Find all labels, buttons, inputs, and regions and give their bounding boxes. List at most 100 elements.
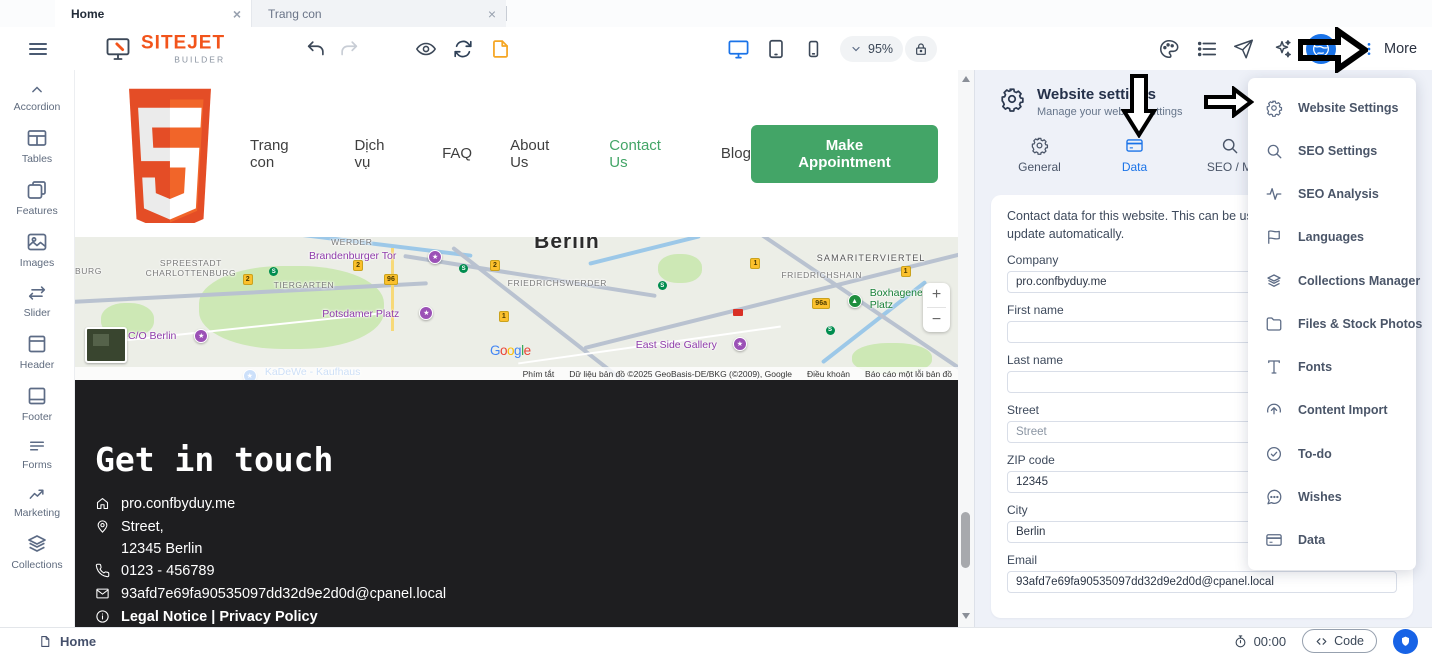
- nav-about-us[interactable]: About Us: [510, 137, 571, 171]
- device-phone-icon[interactable]: [803, 38, 824, 59]
- menu-item-content-import[interactable]: Content Import: [1248, 401, 1416, 419]
- refresh-icon[interactable]: [452, 38, 474, 60]
- menu-item-fonts[interactable]: Fonts: [1248, 358, 1416, 376]
- preview-eye-icon[interactable]: [415, 38, 437, 60]
- palette-icon[interactable]: [1158, 38, 1180, 60]
- layers-icon: [25, 532, 49, 556]
- save-file-icon[interactable]: [490, 38, 511, 59]
- sparkles-ai-icon[interactable]: [1271, 38, 1293, 60]
- code-button[interactable]: Code: [1302, 629, 1377, 653]
- sbahn-icon: S: [826, 326, 835, 335]
- mail-icon: [95, 586, 110, 601]
- tab-home-close-icon[interactable]: ×: [233, 7, 241, 21]
- canvas-scrollbar[interactable]: [958, 70, 974, 627]
- send-icon[interactable]: [1233, 38, 1254, 59]
- sidebar-item-accordion[interactable]: Accordion: [14, 80, 61, 113]
- sidebar-item-forms[interactable]: Forms: [22, 436, 52, 471]
- undo-icon[interactable]: [305, 38, 327, 60]
- map-pin-potsdamer-platz[interactable]: ★: [419, 306, 433, 320]
- list-icon[interactable]: [1196, 38, 1218, 60]
- route-shield: 2: [490, 260, 500, 271]
- sidebar-item-marketing[interactable]: Marketing: [14, 484, 60, 519]
- map-poi-label[interactable]: C/O Berlin: [128, 331, 176, 343]
- menu-item-website-settings[interactable]: Website Settings: [1248, 99, 1416, 117]
- map-report-link[interactable]: Báo cáo một lỗi bản đồ: [865, 369, 952, 379]
- nav-contact-us[interactable]: Contact Us: [609, 137, 683, 171]
- menu-item-todo[interactable]: To-do: [1248, 445, 1416, 463]
- nav-blog[interactable]: Blog: [721, 145, 751, 162]
- phone-icon: [95, 563, 110, 578]
- menu-item-wishes[interactable]: Wishes: [1248, 488, 1416, 506]
- menu-item-label: Files & Stock Photos: [1298, 317, 1422, 331]
- contact-email[interactable]: 93afd7e69fa90535097dd32d9e2d0d@cpanel.lo…: [121, 587, 446, 603]
- route-shield: 1: [750, 258, 760, 269]
- tab-trang-con[interactable]: Trang con ×: [252, 0, 506, 27]
- menu-item-files-stock-photos[interactable]: Files & Stock Photos: [1248, 315, 1416, 333]
- image-icon: [25, 230, 49, 254]
- lock-button[interactable]: [905, 36, 937, 62]
- nav-faq[interactable]: FAQ: [442, 145, 472, 162]
- nav-trang-con[interactable]: Trang con: [250, 137, 316, 171]
- html5-logo: [128, 85, 212, 223]
- tab-home[interactable]: Home ×: [55, 0, 252, 27]
- contact-phone[interactable]: 0123 - 456789: [121, 564, 215, 580]
- map-pin-east-side-gallery[interactable]: ★: [733, 337, 747, 351]
- menu-item-seo-settings[interactable]: SEO Settings: [1248, 142, 1416, 160]
- sidebar-item-slider[interactable]: Slider: [24, 282, 51, 319]
- google-map[interactable]: Berlin BURG SPREESTADT CHARLOTTENBURG TI…: [75, 237, 958, 380]
- current-page[interactable]: Home: [38, 634, 96, 649]
- google-letter: o: [507, 343, 514, 358]
- menu-item-collections-manager[interactable]: Collections Manager: [1248, 272, 1416, 290]
- map-poi-label[interactable]: Boxhagener Platz: [870, 288, 922, 311]
- hamburger-menu-icon[interactable]: [26, 37, 50, 61]
- tab-general[interactable]: General: [992, 136, 1087, 174]
- sidebar-item-label: Footer: [22, 411, 52, 423]
- map-zoom-control[interactable]: + −: [923, 283, 950, 332]
- map-zoom-out-button[interactable]: −: [923, 308, 950, 332]
- satellite-patch: [93, 334, 109, 346]
- sidebar-item-features[interactable]: Features: [16, 178, 57, 217]
- map-pin-boxhagener-platz[interactable]: ▲: [848, 294, 862, 308]
- map-poi-label[interactable]: East Side Gallery: [636, 340, 717, 352]
- menu-item-seo-analysis[interactable]: SEO Analysis: [1248, 185, 1416, 203]
- google-letter: o: [500, 343, 507, 358]
- nav-dich-vu[interactable]: Dịch vụ: [354, 137, 404, 171]
- brand-name: SITEJET: [141, 33, 225, 52]
- map-terms-link[interactable]: Điều khoản: [807, 369, 850, 379]
- menu-item-languages[interactable]: Languages: [1248, 228, 1416, 246]
- sitejet-logo: SITEJET BUILDER: [103, 33, 225, 64]
- site-header: Trang con Dịch vụ FAQ About Us Contact U…: [75, 70, 958, 237]
- map-pin-brandenburger-tor[interactable]: ★: [428, 250, 442, 264]
- redo-icon[interactable]: [338, 38, 360, 60]
- sidebar-item-header[interactable]: Header: [20, 332, 54, 371]
- map-shortcuts-link[interactable]: Phím tắt: [523, 369, 555, 379]
- tab-data[interactable]: Data: [1087, 136, 1182, 174]
- more-button[interactable]: More: [1384, 41, 1417, 57]
- map-satellite-thumbnail[interactable]: [85, 327, 127, 363]
- publish-button[interactable]: [1393, 629, 1418, 654]
- sidebar-item-label: Header: [20, 359, 54, 371]
- sidebar-item-collections[interactable]: Collections: [11, 532, 62, 571]
- scroll-up-arrow[interactable]: [962, 76, 970, 82]
- map-zoom-in-button[interactable]: +: [923, 283, 950, 307]
- sidebar-item-tables[interactable]: Tables: [22, 126, 52, 165]
- scrollbar-thumb[interactable]: [961, 512, 970, 568]
- tab-trang-con-close-icon[interactable]: ×: [488, 7, 496, 21]
- make-appointment-button[interactable]: Make Appointment: [751, 125, 938, 183]
- contact-website[interactable]: pro.confbyduy.me: [121, 497, 235, 513]
- more-dropdown-menu: Website Settings SEO Settings SEO Analys…: [1248, 78, 1416, 570]
- transit-badge: [733, 309, 743, 316]
- zoom-level-control[interactable]: 95%: [840, 36, 903, 62]
- map-poi-label[interactable]: Potsdamer Platz: [322, 309, 399, 321]
- sidebar-item-images[interactable]: Images: [20, 230, 54, 269]
- legal-row: Legal Notice | Privacy Policy: [95, 610, 958, 626]
- device-tablet-icon[interactable]: [765, 38, 787, 60]
- scroll-down-arrow[interactable]: [962, 613, 970, 619]
- email-input[interactable]: [1007, 571, 1397, 593]
- map-pin-co-berlin[interactable]: ★: [194, 329, 208, 343]
- menu-item-data[interactable]: Data: [1248, 531, 1416, 549]
- legal-links[interactable]: Legal Notice | Privacy Policy: [121, 610, 318, 626]
- sidebar-item-footer[interactable]: Footer: [22, 384, 52, 423]
- device-desktop-icon[interactable]: [727, 37, 750, 60]
- contact-street-row: Street,: [95, 520, 958, 536]
